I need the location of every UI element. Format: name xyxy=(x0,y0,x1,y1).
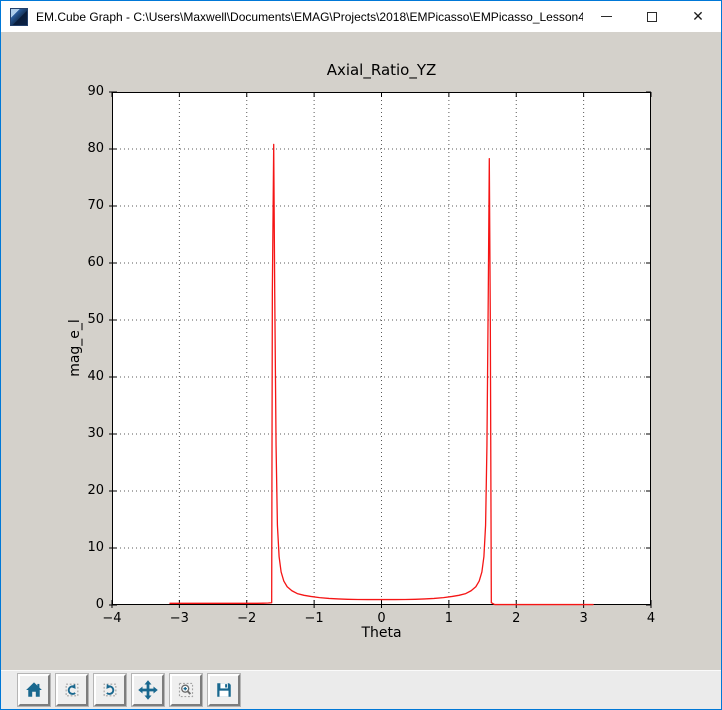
maximize-icon xyxy=(647,11,657,22)
home-button[interactable] xyxy=(17,673,51,707)
x-tick-label: 2 xyxy=(512,611,521,626)
close-button[interactable]: ✕ xyxy=(675,1,721,32)
y-tick-label: 20 xyxy=(87,483,104,498)
x-tick-label: 3 xyxy=(579,611,588,626)
y-tick-label: 40 xyxy=(87,369,104,384)
navigation-toolbar xyxy=(1,670,721,709)
y-tick-label: 90 xyxy=(87,84,104,99)
x-tick-label: −1 xyxy=(304,611,324,626)
close-icon: ✕ xyxy=(692,8,704,25)
figure-canvas[interactable]: Axial_Ratio_YZ mag_e_l Theta −4 −3 −2 −1 0 1 2… xyxy=(1,32,721,670)
minimize-button[interactable] xyxy=(583,1,629,32)
y-tick-label: 70 xyxy=(87,198,104,213)
maximize-button[interactable] xyxy=(629,1,675,32)
x-tick-label: 1 xyxy=(444,611,454,626)
zoom-rect-icon xyxy=(178,682,194,698)
forward-icon xyxy=(103,683,117,697)
x-tick-label: 0 xyxy=(377,611,386,626)
x-tick-label: −3 xyxy=(169,611,189,626)
save-button[interactable] xyxy=(207,673,241,707)
title-bar[interactable]: EM.Cube Graph - C:\Users\Maxwell\Documen… xyxy=(1,1,721,32)
window-title: EM.Cube Graph - C:\Users\Maxwell\Documen… xyxy=(36,9,583,24)
x-axis-label: Theta xyxy=(361,625,402,641)
zoom-button[interactable] xyxy=(169,673,203,707)
y-tick-label: 0 xyxy=(95,597,104,612)
app-icon xyxy=(10,7,28,26)
x-tick-label: −4 xyxy=(102,611,122,626)
window-controls: ✕ xyxy=(583,1,721,32)
plot-title: Axial_Ratio_YZ xyxy=(326,61,437,79)
y-tick-label: 60 xyxy=(87,255,104,270)
back-button[interactable] xyxy=(55,673,89,707)
back-icon xyxy=(65,683,79,697)
minimize-icon xyxy=(600,16,612,17)
y-tick-label: 80 xyxy=(87,141,104,156)
forward-button[interactable] xyxy=(93,673,127,707)
y-tick-label: 50 xyxy=(87,312,104,327)
pan-icon xyxy=(138,680,158,700)
y-tick-label: 10 xyxy=(87,540,104,555)
save-icon xyxy=(217,683,231,697)
plot-svg xyxy=(109,91,652,608)
home-icon xyxy=(26,682,42,697)
x-tick-label: 4 xyxy=(646,611,656,626)
x-tick-label: −2 xyxy=(237,611,257,626)
app-window: EM.Cube Graph - C:\Users\Maxwell\Documen… xyxy=(0,0,722,710)
y-tick-label: 30 xyxy=(87,426,104,441)
pan-button[interactable] xyxy=(131,673,165,707)
plot-area[interactable] xyxy=(109,91,652,608)
